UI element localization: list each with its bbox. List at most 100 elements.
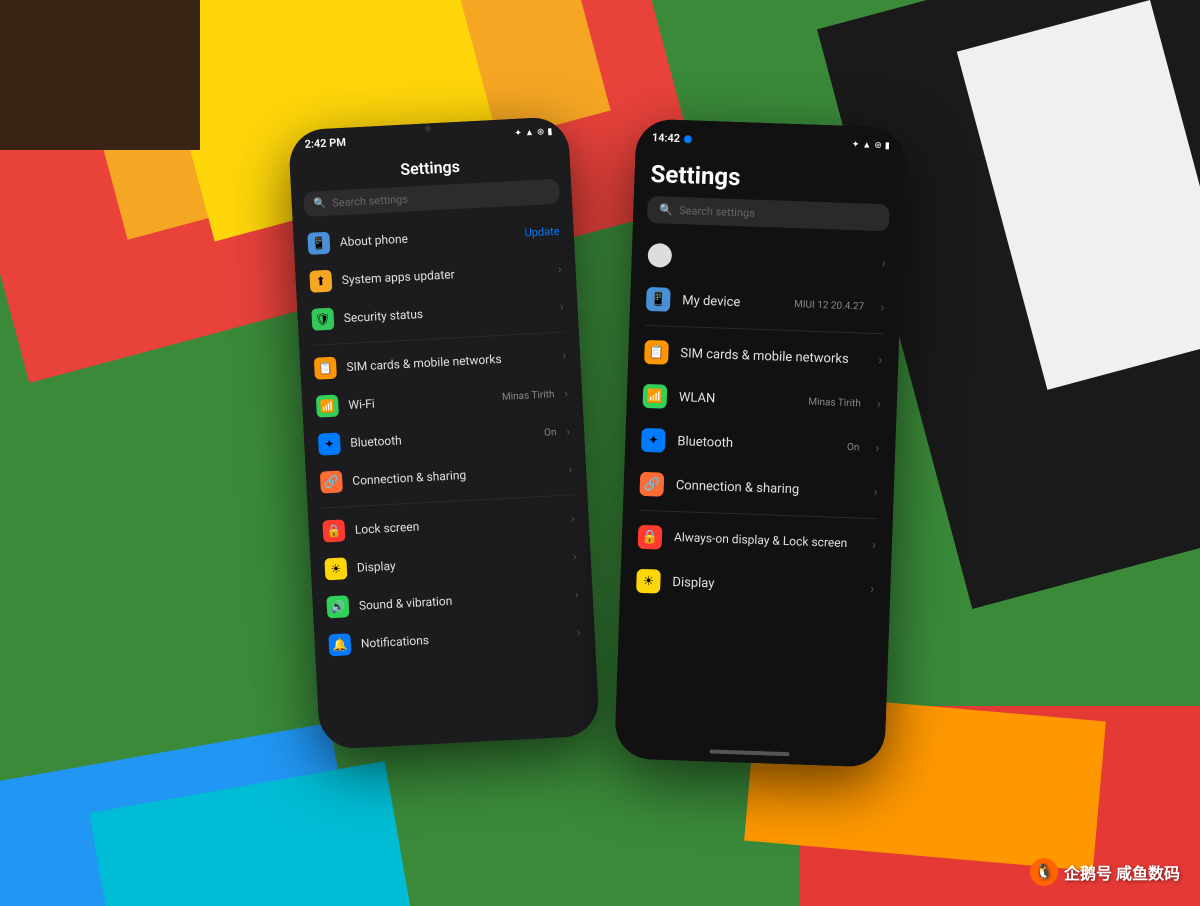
lockscreen-icon: 🔒	[322, 519, 345, 542]
right-bluetooth-label: Bluetooth	[677, 434, 835, 454]
battery-icon: ▮	[547, 126, 552, 136]
circle-label	[684, 256, 866, 262]
left-section-2: 📋 SIM cards & mobile networks › 📶 Wi-Fi	[299, 336, 587, 502]
right-wlan-icon: 📶	[643, 384, 668, 409]
right-section-2: 📋 SIM cards & mobile networks › 📶 WLAN M…	[623, 329, 899, 514]
right-display-icon: ☀	[636, 569, 661, 594]
right-item-connection[interactable]: 🔗 Connection & sharing ›	[623, 461, 894, 514]
right-bluetooth-settings-icon: ✦	[641, 428, 666, 453]
sound-icon: 🔊	[326, 595, 349, 618]
bluetooth-settings-icon: ✦	[318, 432, 341, 455]
watermark: 🐧 企鹅号 咸鱼数码	[1030, 858, 1180, 886]
lockscreen-label: Lock screen	[355, 512, 562, 537]
watermark-text: 企鹅号 咸鱼数码	[1064, 860, 1180, 884]
right-aod-arrow: ›	[872, 537, 876, 552]
right-section-3: 🔒 Always-on display & Lock screen › ☀ Di…	[620, 514, 893, 611]
right-home-indicator[interactable]	[709, 749, 789, 756]
wifi-arrow: ›	[564, 386, 568, 400]
right-connection-arrow: ›	[874, 484, 878, 499]
right-sim-icon: 📋	[644, 340, 669, 365]
left-status-icons: ✦ ▲ ⊛ ▮	[514, 126, 552, 139]
scene: 2:42 PM ✦ ▲ ⊛ ▮ Settings 🔍 Sear	[0, 0, 1200, 906]
left-time: 2:42 PM	[304, 136, 346, 151]
sim-text: SIM cards & mobile networks	[346, 349, 553, 374]
about-phone-text: About phone	[339, 226, 515, 249]
right-item-mydevice[interactable]: 📱 My device MIUI 12 20.4.27 ›	[630, 276, 901, 329]
right-time: 14:42	[652, 131, 681, 145]
right-connection-icon: 🔗	[639, 472, 664, 497]
left-camera	[425, 125, 431, 131]
system-apps-icon: ⬆	[309, 270, 332, 293]
wifi-label: Wi-Fi	[348, 390, 492, 412]
right-status-icons: ✦ ▲ ⊛ ▮	[852, 139, 890, 151]
right-wlan-arrow: ›	[877, 397, 881, 412]
right-wlan-label: WLAN	[679, 390, 797, 409]
left-search-placeholder: Search settings	[332, 193, 408, 210]
left-section-1: 📱 About phone Update ⬆ System apps updat…	[293, 211, 579, 339]
mydevice-label: My device	[682, 293, 782, 311]
notifications-text: Notifications	[360, 626, 567, 651]
right-sim-label: SIM cards & mobile networks	[680, 346, 863, 367]
bluetooth-icon: ✦	[514, 128, 522, 138]
right-search-placeholder: Search settings	[679, 204, 755, 220]
security-icon: 🛡	[311, 308, 334, 331]
right-bluetooth-value: On	[847, 442, 860, 453]
right-battery-icon: ▮	[885, 141, 890, 151]
connection-icon: 🔗	[320, 470, 343, 493]
system-apps-label: System apps updater	[341, 262, 548, 287]
lockscreen-arrow: ›	[571, 511, 575, 525]
display-arrow: ›	[573, 549, 577, 563]
notifications-label: Notifications	[360, 626, 567, 651]
right-sim-icon: ▲	[862, 139, 871, 150]
wifi-value: Minas Tirith	[502, 389, 555, 403]
right-connection-label: Connection & sharing	[676, 478, 859, 499]
sound-arrow: ›	[575, 587, 579, 601]
mydevice-icon: 📱	[646, 287, 671, 312]
about-phone-value: Update	[524, 224, 560, 239]
mydevice-arrow: ›	[880, 300, 884, 315]
wifi-settings-icon: 📶	[316, 395, 339, 418]
circle-arrow: ›	[882, 256, 886, 271]
left-screen-content: Settings 🔍 Search settings 📱 About phone	[289, 141, 600, 750]
bluetooth-arrow: ›	[566, 424, 570, 438]
right-display-label: Display	[672, 575, 855, 596]
right-search-icon: 🔍	[659, 203, 673, 216]
left-phone: 2:42 PM ✦ ▲ ⊛ ▮ Settings 🔍 Sear	[288, 116, 600, 750]
display-text: Display	[357, 550, 564, 575]
about-phone-label: About phone	[339, 226, 515, 249]
right-display-arrow: ›	[870, 581, 874, 596]
right-phone-screen: 14:42 ✦ ▲ ⊛ ▮ Settings 🔍 Search settings	[614, 118, 906, 767]
left-section-3: 🔒 Lock screen › ☀ Display ›	[308, 499, 596, 665]
right-status-left: 14:42	[652, 131, 693, 145]
circle-icon	[647, 243, 672, 268]
right-wlan-value: Minas Tirith	[808, 396, 861, 409]
about-phone-icon: 📱	[307, 232, 330, 255]
connection-text: Connection & sharing	[352, 463, 559, 488]
security-text: Security status	[343, 300, 550, 325]
security-label: Security status	[343, 300, 550, 325]
wifi-icon: ⊛	[537, 127, 545, 137]
sim-label: SIM cards & mobile networks	[346, 349, 553, 374]
bluetooth-text: Bluetooth	[350, 426, 534, 450]
right-bluetooth-arrow: ›	[875, 441, 879, 456]
connection-label: Connection & sharing	[352, 463, 559, 488]
notifications-icon: 🔔	[328, 633, 351, 656]
signal-icon: ▲	[525, 127, 534, 138]
connection-arrow: ›	[568, 462, 572, 476]
system-apps-text: System apps updater	[341, 262, 548, 287]
left-settings-list: 📱 About phone Update ⬆ System apps updat…	[293, 211, 600, 750]
right-sim-arrow: ›	[878, 353, 882, 368]
left-search-icon: 🔍	[314, 198, 327, 210]
sim-icon: 📋	[314, 357, 337, 380]
sound-label: Sound & vibration	[359, 588, 566, 613]
sim-arrow: ›	[562, 349, 566, 363]
mydevice-version: MIUI 12 20.4.27	[794, 299, 865, 312]
right-phone: 14:42 ✦ ▲ ⊛ ▮ Settings 🔍 Search settings	[614, 118, 906, 767]
right-bluetooth-icon: ✦	[852, 140, 860, 150]
wifi-text: Wi-Fi	[348, 390, 492, 412]
bluetooth-value: On	[544, 427, 557, 439]
right-dot	[684, 135, 692, 143]
lockscreen-text: Lock screen	[355, 512, 562, 537]
right-wifi-icon: ⊛	[874, 140, 882, 150]
sound-text: Sound & vibration	[359, 588, 566, 613]
